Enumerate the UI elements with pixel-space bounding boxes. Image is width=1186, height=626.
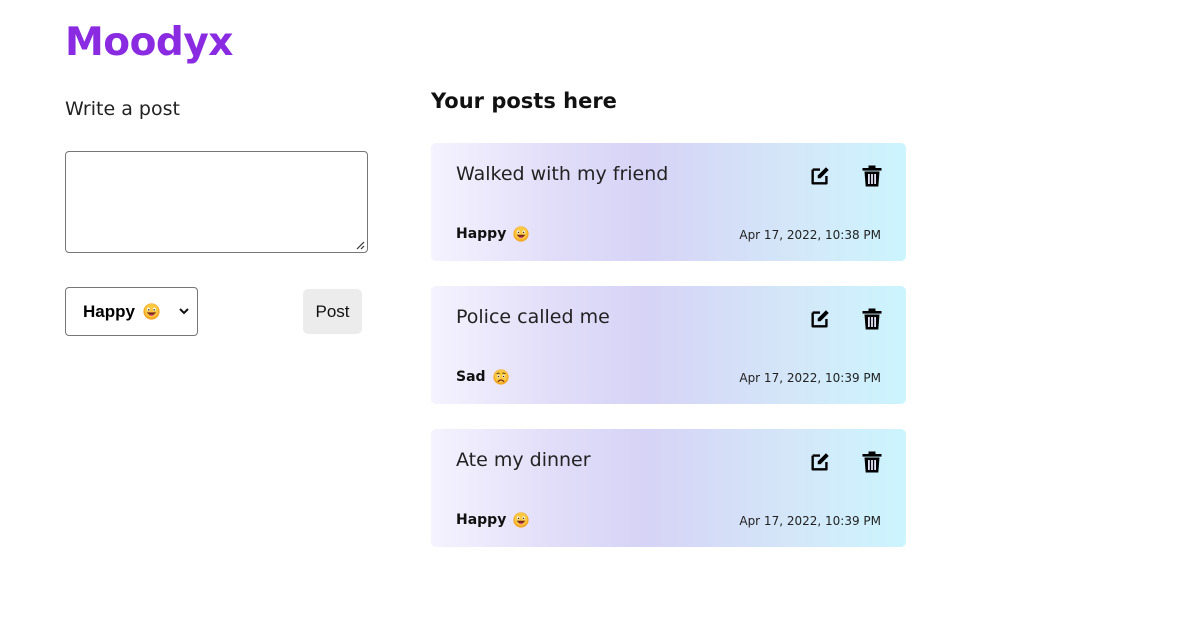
post-timestamp: Apr 17, 2022, 10:39 PM <box>739 371 881 385</box>
chevron-down-icon <box>179 308 189 315</box>
post-mood: Happy <box>456 226 529 242</box>
app-logo: Moodyx <box>65 20 233 65</box>
post-mood: Happy <box>456 512 529 528</box>
grinning-face-icon <box>513 226 529 242</box>
post-text: Ate my dinner <box>456 449 591 471</box>
frowning-face-icon <box>492 369 509 385</box>
grinning-face-icon <box>143 303 160 320</box>
resize-grip-icon[interactable] <box>355 240 365 250</box>
post-timestamp: Apr 17, 2022, 10:39 PM <box>739 514 881 528</box>
compose-label: Write a post <box>65 98 180 120</box>
post-mood-label: Happy <box>456 512 507 528</box>
post-button[interactable]: Post <box>303 289 362 334</box>
edit-icon[interactable] <box>809 165 831 187</box>
mood-select-value: Happy <box>83 301 135 321</box>
edit-icon[interactable] <box>809 308 831 330</box>
grinning-face-icon <box>513 512 529 528</box>
trash-icon[interactable] <box>862 451 882 473</box>
post-text: Police called me <box>456 306 610 328</box>
post-card: Police called me Sad Apr 17, 2022, 10:39… <box>431 286 906 404</box>
trash-icon[interactable] <box>862 165 882 187</box>
post-textarea[interactable] <box>65 151 368 253</box>
post-text: Walked with my friend <box>456 163 669 185</box>
post-mood-label: Sad <box>456 369 486 385</box>
post-mood: Sad <box>456 369 509 385</box>
post-card: Ate my dinner Happy Apr 17, 2022, 10:39 … <box>431 429 906 547</box>
trash-icon[interactable] <box>862 308 882 330</box>
post-card: Walked with my friend Happy Apr 17, 2022… <box>431 143 906 261</box>
post-mood-label: Happy <box>456 226 507 242</box>
feed-title: Your posts here <box>431 89 617 113</box>
post-timestamp: Apr 17, 2022, 10:38 PM <box>739 228 881 242</box>
edit-icon[interactable] <box>809 451 831 473</box>
mood-select[interactable]: Happy <box>65 287 198 336</box>
